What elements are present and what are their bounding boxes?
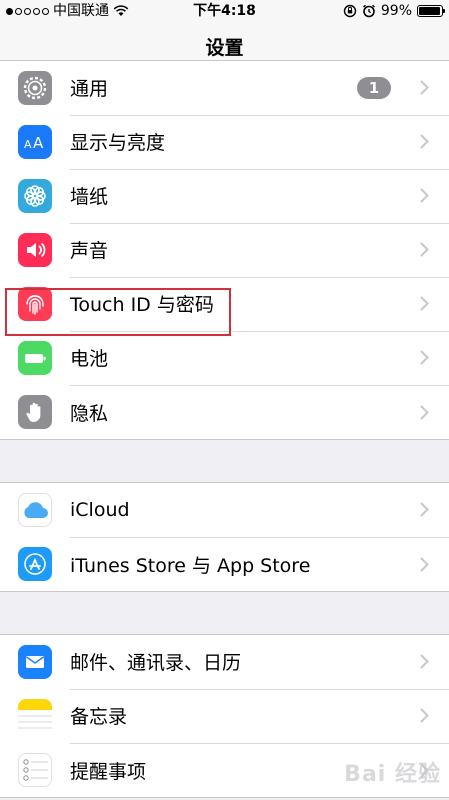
chevron-right-icon [420, 242, 429, 257]
cloud-icon [18, 493, 52, 527]
settings-row[interactable]: 墙纸 [0, 169, 449, 224]
battery-percent: 99% [380, 3, 412, 19]
notes-icon [18, 699, 52, 733]
disclosure-chevron [417, 186, 431, 206]
row-label: 通用 [70, 78, 109, 100]
row-label: iTunes Store 与 App Store [70, 554, 311, 577]
chevron-right-icon [420, 80, 429, 95]
disclosure-chevron [417, 132, 431, 152]
row-label: 墙纸 [70, 186, 109, 208]
chevron-right-icon [420, 188, 429, 203]
disclosure-chevron [417, 294, 431, 314]
gear-icon [18, 71, 52, 105]
row-body: 通用 1 [70, 61, 449, 116]
chevron-right-icon [420, 557, 429, 571]
chevron-right-icon [420, 708, 429, 723]
settings-row[interactable]: 邮件、通讯录、日历 [0, 635, 449, 690]
settings-row[interactable]: 备忘录 [0, 689, 449, 744]
row-body: 声音 [70, 223, 449, 278]
row-body: 电池 [70, 331, 449, 386]
alarm-icon [362, 4, 375, 18]
chevron-right-icon [420, 134, 429, 149]
notification-badge: 1 [357, 76, 391, 99]
row-label: 邮件、通讯录、日历 [70, 652, 242, 674]
row-label: 电池 [70, 348, 109, 370]
chevron-right-icon [420, 350, 429, 365]
battery-level-icon [417, 5, 445, 17]
sound-icon [18, 233, 52, 267]
watermark: Bai 经验 [344, 762, 441, 787]
fingerprint-icon [18, 287, 52, 321]
reminders-icon [18, 753, 52, 787]
chevron-right-icon [420, 654, 429, 669]
settings-group: iCloud iTunes Store 与 App Store [0, 482, 449, 592]
disclosure-chevron [417, 78, 431, 98]
disclosure-chevron [417, 240, 431, 260]
row-label: 备忘录 [70, 706, 128, 728]
settings-row[interactable]: iTunes Store 与 App Store [0, 537, 449, 591]
appstore-icon [18, 547, 52, 581]
status-bar: 中国联通 下午4:18 99% [0, 0, 449, 22]
chevron-right-icon [420, 502, 429, 517]
row-body: 备忘录 [70, 689, 449, 744]
row-label: 声音 [70, 240, 109, 262]
mail-icon [18, 645, 52, 679]
chevron-right-icon [420, 296, 429, 311]
row-body: iTunes Store 与 App Store [70, 537, 449, 591]
chevron-right-icon [420, 405, 429, 419]
row-label: iCloud [70, 498, 130, 521]
settings-row[interactable]: 通用 1 [0, 61, 449, 116]
settings-list: 通用 1 A A 显示与亮度墙纸声音 Touch ID 与密码 电池隐私 iCloud iTun… [0, 60, 449, 798]
svg-text:A: A [24, 138, 32, 151]
rotation-lock-icon [343, 4, 357, 18]
settings-group: 通用 1 A A 显示与亮度墙纸声音 Touch ID 与密码 电池隐私 [0, 60, 449, 440]
row-body: 隐私 [70, 385, 449, 439]
row-body: 显示与亮度 [70, 115, 449, 170]
row-body: Touch ID 与密码 [70, 277, 449, 332]
svg-text:A: A [33, 134, 44, 152]
settings-row[interactable]: 隐私 [0, 385, 449, 439]
disclosure-chevron [417, 554, 431, 574]
row-body: 邮件、通讯录、日历 [70, 635, 449, 690]
settings-row[interactable]: 声音 [0, 223, 449, 278]
hand-icon [18, 395, 52, 429]
display-icon: AA [18, 125, 52, 159]
battery-icon [18, 341, 52, 375]
row-label: 显示与亮度 [70, 132, 166, 154]
settings-row[interactable]: 电池 [0, 331, 449, 386]
disclosure-chevron [417, 402, 431, 422]
settings-row[interactable]: A A 显示与亮度 [0, 115, 449, 170]
settings-row[interactable]: Touch ID 与密码 [0, 277, 449, 332]
status-right: 99% [343, 0, 445, 22]
disclosure-chevron [417, 706, 431, 726]
disclosure-chevron [417, 500, 431, 520]
disclosure-chevron [417, 348, 431, 368]
row-body: 墙纸 [70, 169, 449, 224]
wallpaper-icon [18, 179, 52, 213]
settings-row[interactable]: iCloud [0, 483, 449, 538]
disclosure-chevron [417, 652, 431, 672]
row-label: 隐私 [70, 402, 109, 425]
row-label: Touch ID 与密码 [70, 294, 214, 316]
row-body: iCloud [70, 483, 449, 538]
